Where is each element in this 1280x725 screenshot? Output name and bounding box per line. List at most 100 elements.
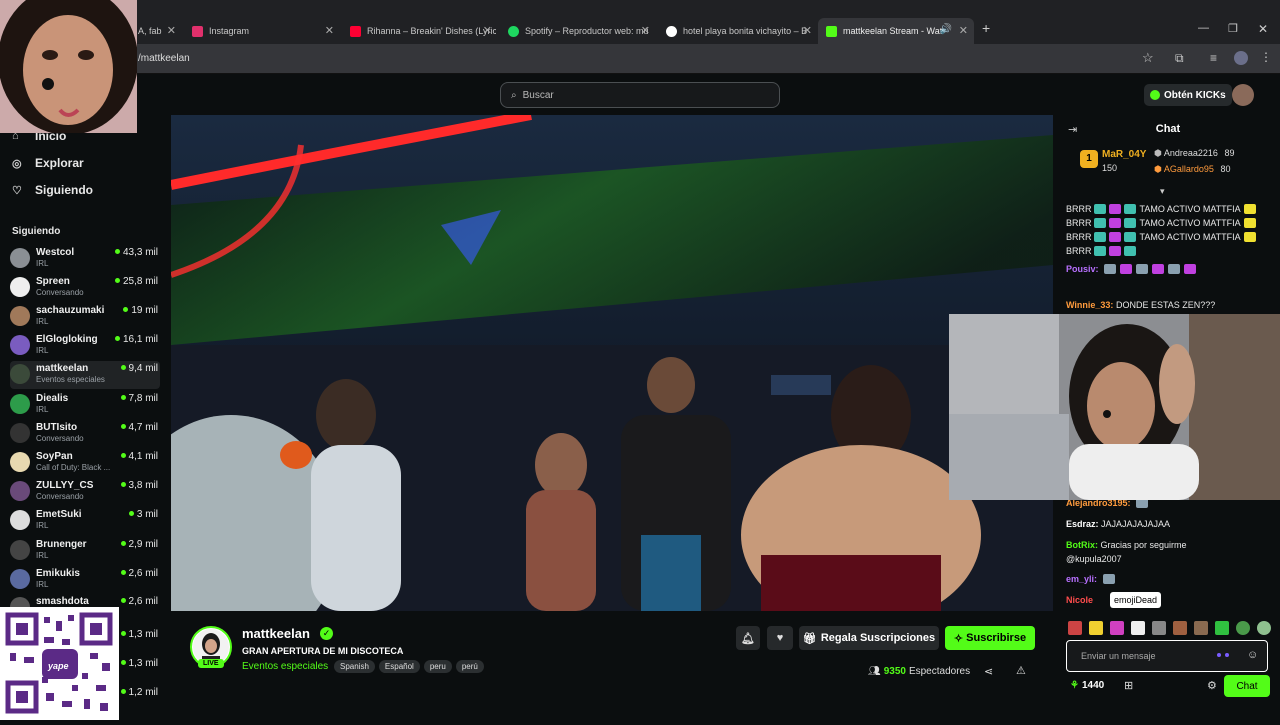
leader-2-name: Andreaa2216 [1163,148,1218,158]
tab-spotify[interactable]: Spotify – Reproductor web: mú ✕ [502,18,654,44]
tag-peru[interactable]: peru [423,660,452,673]
sidebar-channel-diealis[interactable]: Diealis IRL 7,8 mil [10,391,160,419]
gift-subs-button[interactable]: 🎁︎ Regala Suscripciones [799,626,939,650]
chat-input[interactable]: Enviar un mensaje ☺ [1066,640,1268,672]
window-close-icon[interactable]: ✕ [1258,22,1268,36]
channel-points[interactable]: ⚘ 1440 [1070,680,1104,691]
sidebar-channel-emikukis[interactable]: Emikukis IRL 2,6 mil [10,566,160,594]
emote-icon[interactable] [1152,621,1166,635]
sidebar-channel-partial[interactable]: 1,3 mil [120,656,160,684]
chat-title: Chat [1155,123,1181,135]
chat-username[interactable]: em_yli: [1066,574,1097,584]
tag-spanish[interactable]: Spanish [334,660,375,673]
profile-avatar[interactable] [1234,51,1248,65]
channel-viewers: 1,3 mil [121,658,158,669]
get-kicks-button[interactable]: Obtén KICKs [1144,84,1232,106]
sidebar-channel-mattkeelan[interactable]: mattkeelan Eventos especiales 9,4 mil [10,361,160,389]
emote-icon[interactable] [1236,621,1250,635]
tab-instagram[interactable]: Instagram ✕ [186,18,338,44]
following-section-title: Siguiendo [12,226,61,237]
close-icon[interactable]: ✕ [325,24,334,37]
close-icon[interactable]: ✕ [959,24,968,37]
follow-button[interactable]: ♥ [767,626,793,650]
sidebar-channel-elglogloking[interactable]: ElGlogloking IRL 16,1 mil [10,332,160,360]
channel-avatar [10,277,30,297]
tag-espanol[interactable]: Español [378,660,420,673]
emote-icon [1093,246,1106,256]
emote-icon[interactable] [1257,621,1271,635]
chat-username[interactable]: Esdraz: [1066,519,1099,529]
leader-1-value: 150 [1102,163,1118,173]
url-text[interactable]: /mattkeelan [138,53,190,64]
tab-youtube[interactable]: Rihanna – Breakin' Dishes (Lyric ✕ [344,18,496,44]
stream-category[interactable]: Eventos especiales [242,661,328,672]
close-icon[interactable]: ✕ [483,24,492,37]
address-bar[interactable]: /mattkeelan ☆ ⧉ ≡ ⋮ [0,44,1280,74]
streamer-name[interactable]: mattkeelan [242,626,310,641]
emoji-picker-icon[interactable]: ☺ [1247,649,1258,661]
close-icon[interactable]: ✕ [803,24,812,37]
subscribe-label: Suscribirse [966,632,1027,644]
sidebar-channel-butisito[interactable]: BUTIsito Conversando 4,7 mil [10,420,160,448]
leader-1-name[interactable]: MaR_04Y [1102,149,1146,160]
send-chat-button[interactable]: Chat [1224,675,1270,697]
chat-username[interactable]: Pousiv: [1066,264,1099,274]
emote-icon [1093,218,1106,228]
emote-icon[interactable] [1194,621,1208,635]
share-icon[interactable]: ⋖ [984,665,993,678]
menu-dots-icon[interactable]: ⋮ [1260,50,1272,64]
emote-icon[interactable] [1089,621,1103,635]
minimize-icon[interactable]: — [1198,22,1209,34]
sidebar-channel-zullyy_cs[interactable]: ZULLYY_CS Conversando 3,8 mil [10,478,160,506]
tab-partial-label: A, fab [138,26,162,36]
search-placeholder: Buscar [522,89,554,101]
tab-google[interactable]: hotel playa bonita vichayito – B ✕ [660,18,816,44]
expand-leaderboard-icon[interactable]: ▾ [1160,186,1165,197]
nav-explorar[interactable]: ◎ Explorar [12,156,84,170]
maximize-icon[interactable]: ❐ [1228,22,1238,35]
channel-name: ZULLYY_CS [36,480,94,491]
sidebar-channel-sachauzumaki[interactable]: sachauzumaki IRL 19 mil [10,303,160,331]
subscribe-button[interactable]: ✧ Suscribirse [945,626,1035,650]
chat-username[interactable]: BotRix: [1066,540,1098,550]
sidebar-channel-soypan[interactable]: SoyPan Call of Duty: Black ... 4,1 mil [10,449,160,477]
close-icon[interactable]: ✕ [167,24,176,37]
search-input[interactable]: ⌕ Buscar [500,82,780,108]
chat-username[interactable]: Nicole [1066,595,1093,605]
settings-gear-icon[interactable]: ⚙ [1207,679,1217,692]
sidebar-channel-westcol[interactable]: Westcol IRL 43,3 mil [10,245,160,273]
chat-username[interactable]: Winnie_33: [1066,300,1113,310]
user-avatar[interactable] [1232,84,1254,106]
media-control-icon[interactable]: ≡ [1210,51,1217,65]
sidebar-channel-brunenger[interactable]: Brunenger IRL 2,9 mil [10,537,160,565]
emote-icon [1108,232,1121,242]
sidebar-channel-partial[interactable]: 1,3 mil [120,627,160,655]
report-warning-icon[interactable]: ⚠ [1016,664,1026,677]
leader-3[interactable]: ⬢ AGallardo95 80 [1154,164,1230,175]
yape-qr-code[interactable]: yape [0,607,119,720]
sidebar-channel-emetsuki[interactable]: EmetSuki IRL 3 mil [10,507,160,535]
tag-peru-accent[interactable]: perú [455,660,484,673]
emote-icon[interactable] [1110,621,1124,635]
channel-category: Conversando [36,288,84,297]
sidebar-channel-partial[interactable]: 1,2 mil [120,685,160,713]
emote-icon[interactable] [1215,621,1229,635]
tab-kick[interactable]: mattkeelan Stream - Watch 🔊 ✕ [818,18,974,44]
notifications-button[interactable]: 🔔︎ [736,626,760,650]
channel-viewers: 7,8 mil [121,393,158,404]
tab-partial[interactable]: A, fab ✕ [138,18,182,44]
close-icon[interactable]: ✕ [641,24,650,37]
new-tab-button[interactable]: + [982,20,990,36]
emoji-dead-icon[interactable] [1131,621,1145,635]
sidebar-channel-spreen[interactable]: Spreen Conversando 25,8 mil [10,274,160,302]
emote-icon[interactable] [1173,621,1187,635]
bookmark-star-icon[interactable]: ☆ [1142,50,1154,66]
emote-icon[interactable] [1068,621,1082,635]
leader-2[interactable]: ⬢ Andreaa2216 89 [1154,148,1234,159]
extensions-icon[interactable]: ⧉ [1175,51,1184,66]
nav-siguiendo[interactable]: ♡ Siguiendo [12,183,93,197]
channel-category: IRL [36,259,49,268]
store-icon[interactable]: ⊞ [1124,679,1133,692]
video-player[interactable] [171,115,1053,611]
speaker-icon[interactable]: 🔊 [940,24,952,35]
